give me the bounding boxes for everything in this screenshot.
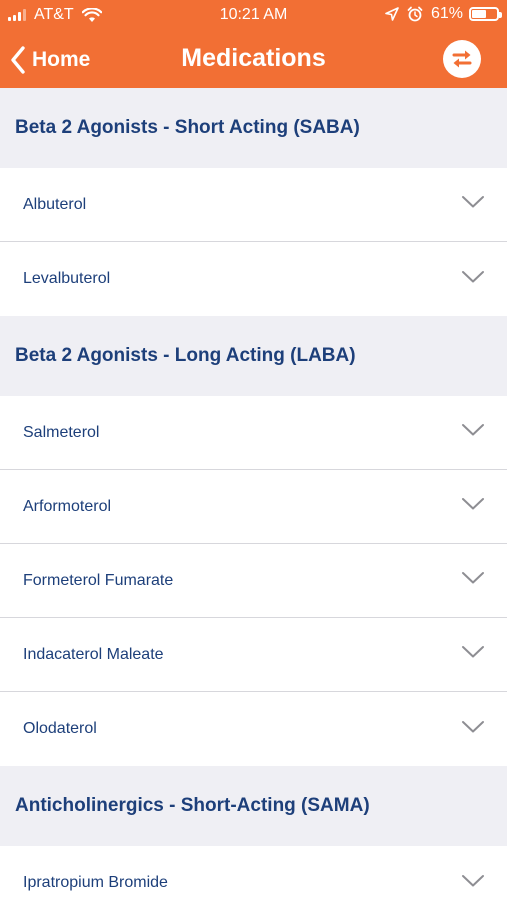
alarm-clock-icon xyxy=(407,6,423,22)
battery-icon xyxy=(469,7,502,21)
chevron-down-icon[interactable] xyxy=(461,497,485,516)
medication-row[interactable]: Ipratropium Bromide xyxy=(0,846,507,900)
section-header: Beta 2 Agonists - Short Acting (SABA) xyxy=(0,88,507,168)
location-arrow-icon xyxy=(385,7,399,21)
medication-row[interactable]: Albuterol xyxy=(0,168,507,242)
medication-name: Olodaterol xyxy=(23,720,97,737)
page-title: Medications xyxy=(181,44,326,72)
chevron-down-icon[interactable] xyxy=(461,423,485,442)
medication-name: Salmeterol xyxy=(23,423,100,441)
medication-row[interactable]: Olodaterol xyxy=(0,692,507,766)
chevron-down-icon[interactable] xyxy=(461,645,485,664)
medication-list: Beta 2 Agonists - Short Acting (SABA) Alb… xyxy=(0,88,507,900)
chevron-down-icon[interactable] xyxy=(461,571,485,590)
section-group: Albuterol Levalbuterol xyxy=(0,168,507,316)
medication-row[interactable]: Arformoterol xyxy=(0,470,507,544)
section-group: Salmeterol Arformoterol Formeterol Fumarat… xyxy=(0,396,507,766)
chevron-down-icon[interactable] xyxy=(461,720,485,739)
medication-name: Albuterol xyxy=(23,195,87,213)
status-right: 61% xyxy=(385,5,502,23)
medication-name: Ipratropium Bromide xyxy=(23,874,168,891)
medication-name: Formeterol Fumarate xyxy=(23,571,174,589)
swap-arrows-icon xyxy=(452,50,472,68)
medication-name: Indacaterol Maleate xyxy=(23,645,164,663)
section-group: Ipratropium Bromide xyxy=(0,846,507,900)
status-bar: AT&T 10:21 AM 61% xyxy=(0,0,507,32)
navigation-bar: Home Medications xyxy=(0,32,507,88)
medication-row[interactable]: Salmeterol xyxy=(0,396,507,470)
section-header: Beta 2 Agonists - Long Acting (LABA) xyxy=(0,316,507,396)
chevron-down-icon[interactable] xyxy=(461,270,485,289)
medication-row[interactable]: Indacaterol Maleate xyxy=(0,618,507,692)
chevron-down-icon[interactable] xyxy=(461,195,485,214)
chevron-down-icon[interactable] xyxy=(461,874,485,893)
section-header: Anticholinergics - Short-Acting (SAMA) xyxy=(0,766,507,846)
battery-percent: 61% xyxy=(430,5,463,22)
medication-row[interactable]: Formeterol Fumarate xyxy=(0,544,507,618)
battery-level-fill xyxy=(472,10,486,18)
medication-name: Levalbuterol xyxy=(23,270,111,287)
medication-name: Arformoterol xyxy=(23,497,112,515)
medication-row[interactable]: Levalbuterol xyxy=(0,242,507,316)
app-header: AT&T 10:21 AM 61% Home Medications xyxy=(0,0,507,88)
swap-button[interactable] xyxy=(443,40,481,78)
